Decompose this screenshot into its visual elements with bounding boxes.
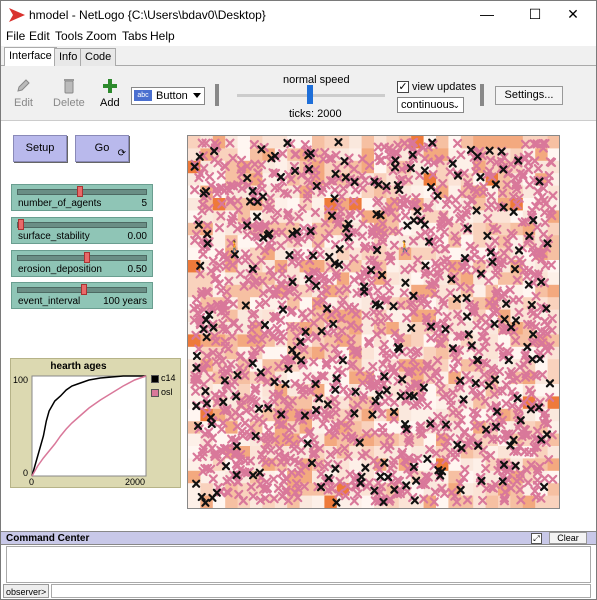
agent-person-icon: 🚶 xyxy=(398,240,412,253)
interface-canvas: Setup Go ⟳ number_of_agents 5 surface_st… xyxy=(1,122,596,526)
slider-thumb[interactable] xyxy=(81,284,88,295)
slider-label: surface_stability xyxy=(18,231,90,242)
slider-event-interval[interactable]: event_interval 100 years xyxy=(11,282,153,309)
window-title: hmodel - NetLogo {C:\Users\bdav0\Desktop… xyxy=(29,8,266,22)
view-updates-label: view updates xyxy=(412,81,477,93)
agent-person-icon: 🚶 xyxy=(228,240,242,253)
clear-button[interactable]: Clear xyxy=(549,532,587,544)
update-mode-dropdown[interactable]: continuous ⌄ xyxy=(397,97,464,113)
plus-icon xyxy=(102,79,117,93)
netlogo-window: hmodel - NetLogo {C:\Users\bdav0\Desktop… xyxy=(0,0,597,600)
delete-tool[interactable]: Delete xyxy=(53,78,85,109)
delete-label: Delete xyxy=(53,97,85,109)
edit-label: Edit xyxy=(14,97,33,109)
view-updates-checkbox[interactable]: ✓ xyxy=(397,81,409,93)
forever-icon: ⟳ xyxy=(117,148,126,159)
interface-toolbar: Edit Delete Add abc Button normal speed … xyxy=(1,66,596,121)
slider-track[interactable] xyxy=(17,255,147,261)
legend-label: c14 xyxy=(161,373,176,383)
slider-number-of-agents[interactable]: number_of_agents 5 xyxy=(11,184,153,211)
chevron-down-icon: ⌄ xyxy=(452,100,460,110)
x-min-tick: 0 xyxy=(29,477,34,487)
world-view[interactable]: 🚶 🚶 xyxy=(187,135,561,509)
settings-button[interactable]: Settings... xyxy=(495,86,563,105)
widget-type-dropdown[interactable]: abc Button xyxy=(131,87,205,105)
slider-surface-stability[interactable]: surface_stability 0.00 xyxy=(11,217,153,244)
slider-label: number_of_agents xyxy=(18,198,102,209)
menu-file[interactable]: File xyxy=(6,29,25,43)
hearth-ages-plot: hearth ages 100 0 2000 0 c14 osl xyxy=(10,358,181,488)
trash-icon xyxy=(63,79,74,94)
slider-label: erosion_deposition xyxy=(18,264,102,275)
go-button[interactable]: Go ⟳ xyxy=(75,135,129,162)
tab-bar: Interface Info Code xyxy=(1,46,596,67)
close-button[interactable]: ✕ xyxy=(553,4,593,26)
observer-prompt[interactable]: observer> xyxy=(3,584,49,598)
slider-thumb[interactable] xyxy=(83,252,90,263)
setup-label: Setup xyxy=(25,142,55,154)
slider-erosion-deposition[interactable]: erosion_deposition 0.50 xyxy=(11,250,153,277)
update-mode-value: continuous xyxy=(401,99,455,111)
speed-slider-thumb[interactable] xyxy=(307,85,313,104)
title-bar: hmodel - NetLogo {C:\Users\bdav0\Desktop… xyxy=(1,1,596,29)
slider-track[interactable] xyxy=(17,222,147,228)
slider-value: 0.00 xyxy=(127,231,147,242)
menu-zoom[interactable]: Zoom xyxy=(86,29,117,43)
slider-thumb[interactable] xyxy=(18,219,24,230)
slider-value: 0.50 xyxy=(127,264,147,275)
command-input[interactable] xyxy=(51,584,591,598)
legend-c14: c14 xyxy=(151,373,176,383)
minimize-button[interactable]: — xyxy=(467,4,507,26)
add-label: Add xyxy=(100,97,120,109)
expand-icon[interactable]: ⤢ xyxy=(531,533,542,544)
command-center-title: Command Center xyxy=(6,533,90,544)
dropdown-arrow-icon xyxy=(193,93,201,98)
menu-bar: File Edit Tools Zoom Tabs Help xyxy=(1,28,596,46)
menu-tools[interactable]: Tools xyxy=(55,29,83,43)
slider-label: event_interval xyxy=(18,296,81,307)
world-canvas: 🚶 🚶 xyxy=(188,136,561,509)
netlogo-app-icon xyxy=(9,8,25,22)
command-output[interactable] xyxy=(6,546,591,583)
add-tool[interactable]: Add xyxy=(100,78,120,109)
tab-interface[interactable]: Interface xyxy=(4,47,57,67)
legend-swatch xyxy=(151,374,159,383)
slider-value: 100 years xyxy=(103,296,147,307)
legend-label: osl xyxy=(161,387,173,397)
command-center-header: Command Center ⤢ Clear xyxy=(1,531,596,545)
speed-label: normal speed xyxy=(283,74,350,86)
maximize-button[interactable]: ☐ xyxy=(515,4,555,26)
legend-swatch xyxy=(151,388,159,397)
pencil-icon xyxy=(17,79,31,92)
menu-tabs[interactable]: Tabs xyxy=(122,29,147,43)
go-label: Go xyxy=(94,142,110,154)
tab-code[interactable]: Code xyxy=(80,48,117,66)
widget-type-label: Button xyxy=(156,90,188,102)
menu-edit[interactable]: Edit xyxy=(29,29,50,43)
y-max-tick: 100 xyxy=(13,375,28,385)
slider-thumb[interactable] xyxy=(76,186,83,197)
legend-osl: osl xyxy=(151,387,173,397)
toolbar-separator xyxy=(215,84,219,106)
toolbar-separator xyxy=(480,84,484,106)
ticks-counter: ticks: 2000 xyxy=(289,108,342,120)
plot-frame xyxy=(31,375,147,477)
edit-tool[interactable]: Edit xyxy=(14,78,33,109)
setup-button[interactable]: Setup xyxy=(13,135,67,162)
x-max-tick: 2000 xyxy=(125,477,145,487)
tab-info[interactable]: Info xyxy=(54,48,83,66)
slider-value: 5 xyxy=(141,198,147,209)
button-widget-icon: abc xyxy=(134,90,152,101)
menu-help[interactable]: Help xyxy=(150,29,175,43)
y-min-tick: 0 xyxy=(23,468,28,478)
